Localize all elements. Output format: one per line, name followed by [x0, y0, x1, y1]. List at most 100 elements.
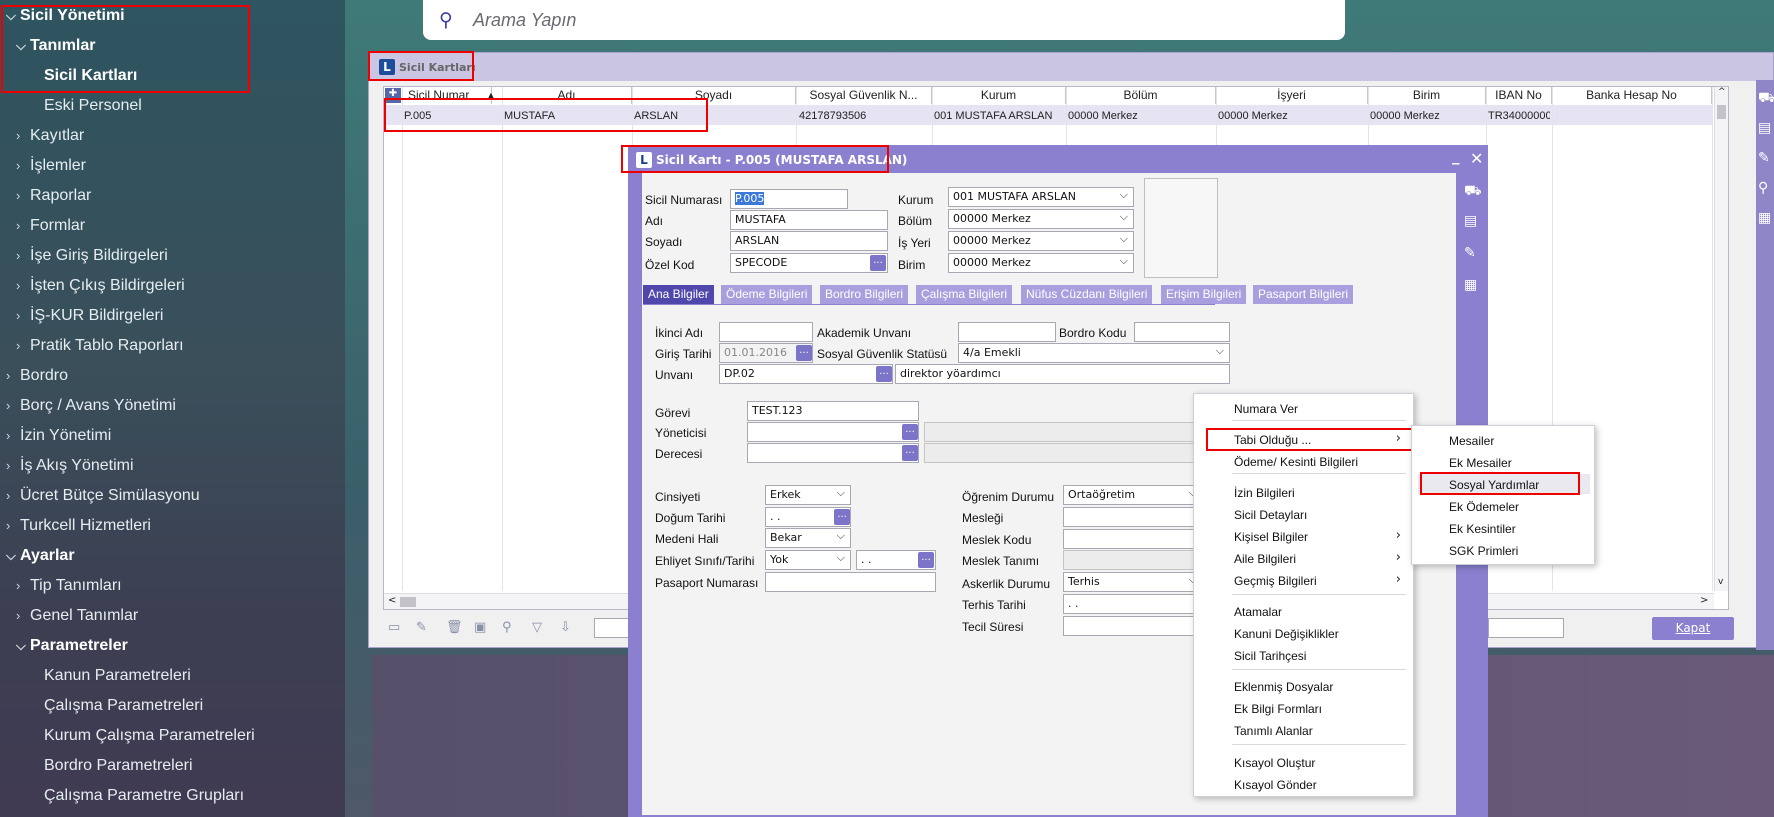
menu-item-ek-bilgi-formlari[interactable]: Ek Bilgi Formları [1234, 702, 1322, 716]
ozel-kod-lookup-button[interactable]: ... [870, 255, 886, 271]
submenu-item-mesailer[interactable]: Mesailer [1449, 434, 1494, 448]
ehliyet-select[interactable]: Yok [765, 550, 851, 570]
bordro-kodu-field[interactable] [1134, 322, 1230, 342]
new-icon[interactable]: ▭ [388, 620, 400, 635]
menu-item-sicil-detaylari[interactable]: Sicil Detayları [1234, 508, 1307, 522]
sidebar-item[interactable]: › Borç / Avans Yönetimi [6, 396, 176, 416]
sgk-statu-select[interactable]: 4/a Emekli [958, 343, 1230, 363]
document-icon[interactable]: ▤ [1758, 120, 1771, 136]
menu-item-odeme-kesinti[interactable]: Ödeme/ Kesinti Bilgileri [1234, 455, 1358, 469]
sidebar-item[interactable]: Sicil Kartları [44, 66, 137, 86]
col-header-banka[interactable]: Banka Hesap No [1552, 87, 1712, 104]
ozel-kod-field[interactable]: SPECODE [730, 253, 888, 273]
terhis-tarihi-field[interactable]: . . [1063, 594, 1203, 614]
ikinci-adi-field[interactable] [719, 322, 813, 342]
tab-calisma-bilgileri[interactable]: Çalışma Bilgileri [916, 285, 1013, 304]
sidebar-item[interactable]: › Raporlar [16, 186, 91, 206]
col-header-birim[interactable]: Birim [1368, 87, 1486, 104]
sidebar-item[interactable]: › Turkcell Hizmetleri [6, 516, 151, 536]
sidebar-item[interactable]: › Formlar [16, 216, 85, 236]
derecesi-lookup-button[interactable]: ... [902, 445, 918, 461]
basket-icon[interactable]: ⛟ [1464, 183, 1482, 201]
tab-odeme-bilgileri[interactable]: Ödeme Bilgileri [721, 285, 813, 304]
sidebar-item[interactable]: › Ücret Bütçe Simülasyonu [6, 486, 200, 506]
sidebar-item[interactable]: › İş Akış Yönetimi [6, 456, 134, 476]
submenu-item-ek-odemeler[interactable]: Ek Ödemeler [1449, 500, 1519, 514]
yoneticisi-field[interactable] [747, 422, 919, 442]
tab-nufus-cuzdani[interactable]: Nüfus Cüzdanı Bilgileri [1021, 285, 1153, 304]
bolum-select[interactable]: 00000 Merkez [948, 209, 1134, 229]
col-header-kurum[interactable]: Kurum [932, 87, 1066, 104]
scroll-down-icon[interactable]: v [1718, 577, 1723, 587]
preview-icon[interactable]: ▣ [474, 620, 486, 635]
unvan-field[interactable]: DP.02 [719, 364, 893, 384]
ogrenim-select[interactable]: Ortaöğretim [1063, 485, 1203, 505]
filter-icon[interactable]: ⚲ [1758, 180, 1768, 196]
record-search-input[interactable] [1488, 618, 1564, 638]
grid-vertical-scrollbar[interactable]: ^ v [1714, 87, 1728, 591]
search-bar[interactable]: ⚲ Arama Yapın [423, 0, 1345, 40]
col-header-isyeri[interactable]: İşyeri [1216, 87, 1368, 104]
sidebar-item[interactable]: › İşe Giriş Bildirgeleri [16, 246, 168, 266]
scroll-right-icon[interactable]: > [1700, 595, 1708, 606]
edit-record-icon[interactable]: ✎ [416, 620, 427, 635]
menu-item-tanimli-alanlar[interactable]: Tanımlı Alanlar [1234, 724, 1313, 738]
kurum-select[interactable]: 001 MUSTAFA ARSLAN [948, 187, 1134, 207]
edit-icon[interactable]: ✎ [1464, 245, 1476, 261]
tab-ana-bilgiler[interactable]: Ana Bilgiler [643, 285, 714, 304]
sidebar-item[interactable]: ⌵ Parametreler [16, 636, 128, 656]
sidebar-item[interactable]: › İşlemler [16, 156, 86, 176]
hscroll-thumb[interactable] [400, 597, 416, 607]
askerlik-select[interactable]: Terhis [1063, 572, 1203, 592]
soyadi-field[interactable]: ARSLAN [730, 231, 888, 251]
menu-item-izin-bilgileri[interactable]: İzin Bilgileri [1234, 486, 1295, 500]
ehliyet-tarihi-picker-button[interactable]: ... [918, 552, 934, 568]
sidebar-item[interactable]: ⌵ Tanımlar [16, 36, 96, 56]
photo-box[interactable] [1144, 178, 1218, 278]
sidebar-item[interactable]: › Bordro [6, 366, 68, 386]
sidebar-item[interactable]: › Genel Tanımlar [16, 606, 138, 626]
sidebar-item[interactable]: Çalışma Parametreleri [44, 696, 203, 716]
adi-field[interactable]: MUSTAFA [730, 210, 888, 230]
sidebar-item[interactable]: › Kayıtlar [16, 126, 84, 146]
sidebar-item[interactable]: › Tip Tanımları [16, 576, 122, 596]
menu-item-sicil-tarihcesi[interactable]: Sicil Tarihçesi [1234, 649, 1306, 663]
col-header-bolum[interactable]: Bölüm [1066, 87, 1216, 104]
submenu-item-sosyal-yardimlar[interactable]: Sosyal Yardımlar [1449, 478, 1539, 492]
menu-item-eklenmis-dosyalar[interactable]: Eklenmiş Dosyalar [1234, 680, 1333, 694]
sidebar-item[interactable]: Çalışma Parametre Grupları [44, 786, 244, 806]
giris-tarihi-picker-button[interactable]: ... [796, 345, 812, 361]
scroll-thumb[interactable] [1717, 105, 1726, 119]
sidebar-item[interactable]: ⌵ Sicil Yönetimi [6, 6, 125, 26]
meslek-kodu-field[interactable] [1063, 529, 1203, 549]
col-header-iban[interactable]: IBAN No [1486, 87, 1552, 104]
tab-pasaport-bilgileri[interactable]: Pasaport Bilgileri [1253, 285, 1354, 304]
find-icon[interactable]: ⚲ [502, 620, 512, 635]
isyeri-select[interactable]: 00000 Merkez [948, 231, 1134, 251]
tecil-field[interactable] [1063, 616, 1203, 636]
sidebar-item[interactable]: › İŞ-KUR Bildirgeleri [16, 306, 163, 326]
menu-item-atamalar[interactable]: Atamalar [1234, 605, 1282, 619]
submenu-item-sgk-primleri[interactable]: SGK Primleri [1449, 544, 1518, 558]
menu-item-kisayol-olustur[interactable]: Kısayol Oluştur [1234, 756, 1315, 770]
edit-icon[interactable]: ✎ [1758, 150, 1770, 166]
grid-corner-icon[interactable]: ✚ [385, 88, 401, 103]
unvan-lookup-button[interactable]: ... [876, 366, 892, 382]
col-header-sgk[interactable]: Sosyal Güvenlik N... [796, 87, 932, 104]
birim-select[interactable]: 00000 Merkez [948, 253, 1134, 273]
menu-item-kanuni-degisiklikler[interactable]: Kanuni Değişiklikler [1234, 627, 1339, 641]
derecesi-field[interactable] [747, 443, 919, 463]
sidebar-item[interactable]: Eski Personel [44, 96, 142, 116]
meslegi-field[interactable] [1063, 507, 1203, 527]
menu-item-gecmis-bilgileri[interactable]: Geçmiş Bilgileri [1234, 574, 1317, 588]
medeni-hali-select[interactable]: Bekar [765, 528, 851, 548]
tab-erisim-bilgileri[interactable]: Erişim Bilgileri [1161, 285, 1247, 304]
menu-item-numara-ver[interactable]: Numara Ver [1234, 402, 1298, 416]
tab-bordro-bilgileri[interactable]: Bordro Bilgileri [820, 285, 909, 304]
sidebar-item[interactable]: ⌵ Ayarlar [6, 546, 75, 566]
dogum-tarihi-picker-button[interactable]: ... [834, 509, 850, 525]
gorevi-field[interactable]: TEST.123 [747, 401, 919, 421]
pasaport-field[interactable] [765, 572, 936, 592]
sidebar-item[interactable]: › İşten Çıkış Bildirgeleri [16, 276, 185, 296]
close-icon[interactable]: ✕ [1470, 149, 1483, 168]
